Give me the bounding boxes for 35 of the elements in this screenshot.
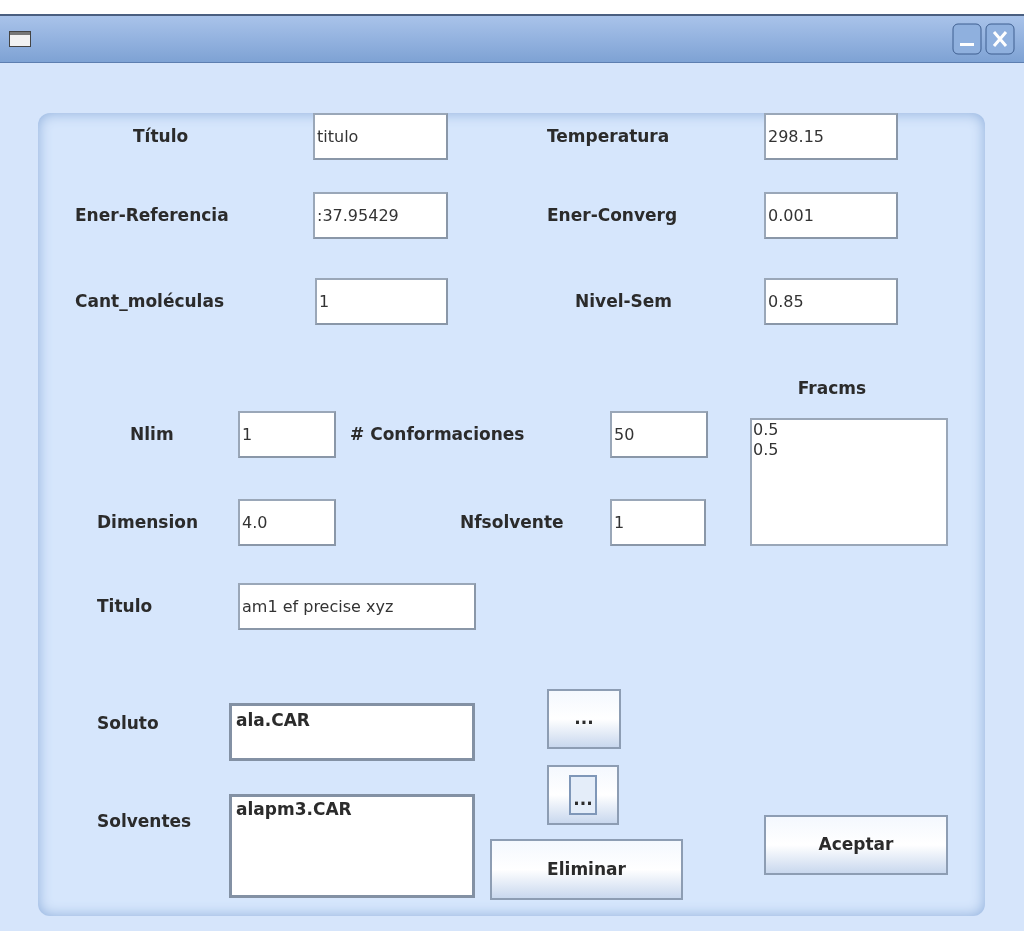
text-area[interactable]: 0.5 0.5 (750, 418, 948, 546)
field-label: Nlim (130, 422, 174, 446)
field-label: Título (133, 124, 189, 148)
window-icon (9, 31, 31, 47)
button[interactable]: ... (547, 765, 619, 825)
button[interactable]: Aceptar (764, 815, 948, 875)
text-field[interactable]: titulo (313, 113, 448, 160)
field-label: Ener-Referencia (75, 203, 229, 227)
field-label: Nivel-Sem (575, 289, 673, 313)
field-label: # Conformaciones (350, 422, 525, 446)
text-field[interactable]: 1 (610, 499, 706, 546)
field-label: Ener-Converg (547, 203, 678, 227)
text-field[interactable]: 50 (610, 411, 708, 458)
field-label: Solventes (97, 811, 192, 831)
field-label: Soluto (97, 713, 159, 733)
text-field[interactable]: 1 (315, 278, 448, 325)
button[interactable]: ... (547, 689, 621, 749)
text-field[interactable]: am1 ef precise xyz (238, 583, 476, 630)
text-area[interactable]: ala.CAR (229, 703, 475, 761)
text-field[interactable]: 4.0 (238, 499, 336, 546)
field-label: Nfsolvente (460, 510, 564, 534)
text-area[interactable]: alapm3.CAR (229, 794, 475, 898)
text-field[interactable]: :37.95429 (313, 192, 448, 239)
text-field[interactable]: 0.001 (764, 192, 898, 239)
field-label: Temperatura (547, 124, 670, 148)
text-field[interactable]: 0.85 (764, 278, 898, 325)
minimize-icon[interactable] (952, 23, 982, 55)
text-field[interactable]: 1 (238, 411, 336, 458)
text-field[interactable]: 298.15 (764, 113, 898, 160)
close-icon[interactable] (985, 23, 1015, 55)
field-label: Titulo (97, 594, 153, 618)
list-label: Fracms (797, 377, 867, 398)
button[interactable]: Eliminar (490, 839, 683, 900)
field-label: Dimension (97, 510, 198, 534)
field-label: Cant_moléculas (75, 289, 225, 313)
